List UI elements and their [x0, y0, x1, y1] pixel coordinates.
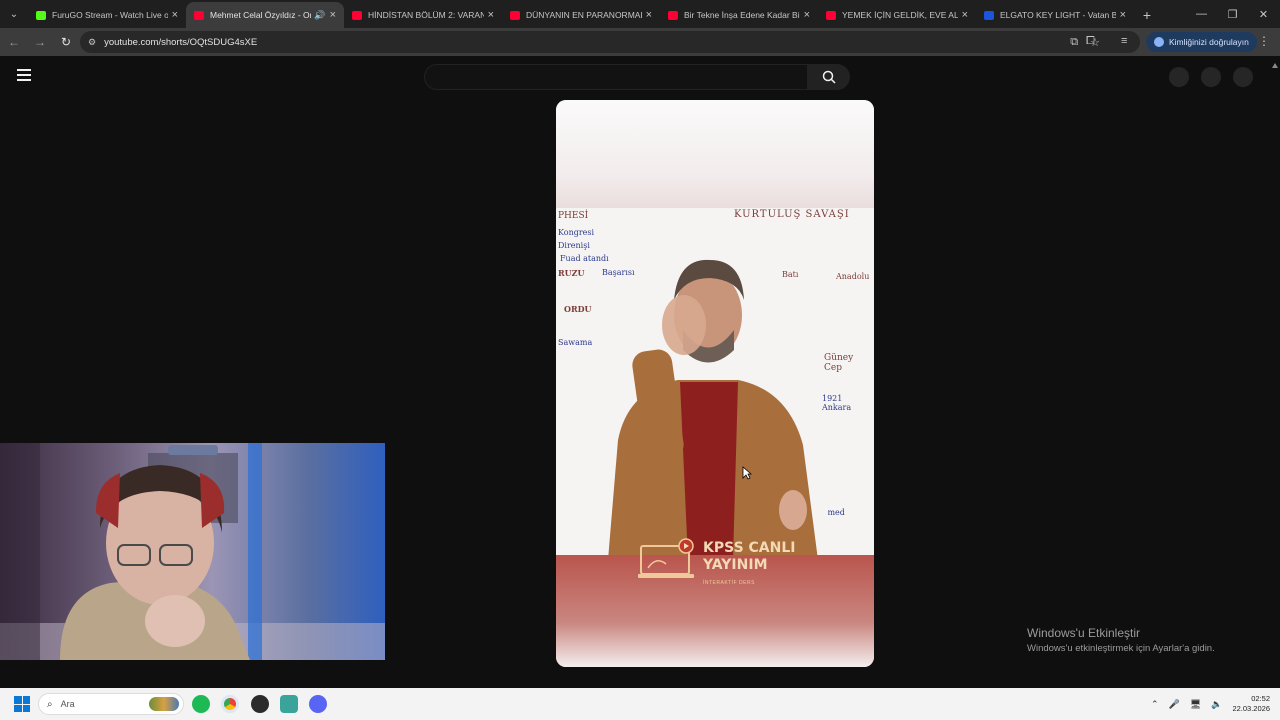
tab-title: Bir Tekne İnşa Edene Kadar Bir [684, 10, 800, 20]
reload-icon[interactable]: ↻ [54, 30, 78, 54]
tab-close-icon[interactable]: × [330, 9, 336, 21]
board-word: Kongresi [558, 228, 595, 237]
profile-button[interactable]: Kimliğinizi doğrulayın [1146, 32, 1257, 52]
tab-favicon-icon [668, 10, 678, 20]
tab-favicon-icon [984, 10, 994, 20]
taskbar-search-input[interactable]: ⌕ Ara [38, 693, 184, 715]
search-input[interactable] [424, 64, 808, 90]
back-icon[interactable]: ← [2, 30, 26, 54]
tab-favicon-icon [194, 10, 204, 20]
notifications-icon[interactable] [1201, 67, 1221, 87]
restore-icon[interactable]: ❐ [1217, 0, 1248, 28]
taskbar: ⌕ Ara ⌃ 🎤 🖥 🔈 02:52 22.03.2026 [0, 688, 1280, 720]
tab-3[interactable]: DÜNYANIN EN PARANORMAL × [502, 2, 660, 28]
install-app-icon[interactable]: ⧉ [1070, 36, 1078, 49]
tab-2[interactable]: HİNDİSTAN BÖLÜM 2: VARANA × [344, 2, 502, 28]
media-control-icon[interactable]: ≡ [1121, 35, 1127, 47]
watermark-subtitle: Windows'u etkinleştirmek için Ayarlar'a … [1027, 643, 1215, 654]
tab-0[interactable]: FuruGO Stream - Watch Live on × [28, 2, 186, 28]
chevron-up-icon[interactable]: ⌃ [1151, 699, 1159, 710]
tab-title: HİNDİSTAN BÖLÜM 2: VARANA [368, 10, 484, 20]
site-info-icon[interactable]: ⚙ [88, 37, 96, 48]
scrollbar-up-arrow[interactable] [1272, 60, 1278, 68]
browser-menu-icon[interactable]: ⋮ [1258, 34, 1270, 48]
search-button[interactable] [808, 64, 850, 90]
search-icon: ⌕ [47, 698, 53, 710]
presenter-figure [588, 259, 828, 560]
tab-close-icon[interactable]: × [962, 9, 968, 21]
chrome-icon[interactable] [221, 695, 239, 713]
tab-4[interactable]: Bir Tekne İnşa Edene Kadar Bir × [660, 2, 818, 28]
spotify-icon[interactable] [192, 695, 210, 713]
network-app-icon[interactable] [280, 695, 298, 713]
tab-title: YEMEK İÇİN GELDİK, EVE ALMA [842, 10, 958, 20]
tab-search-icon[interactable]: ⌄ [0, 0, 28, 28]
video-top-fade [556, 100, 874, 210]
new-tab-button[interactable]: + [1134, 2, 1160, 28]
network-icon[interactable]: 🖥 [1190, 699, 1201, 710]
avatar[interactable] [1233, 67, 1253, 87]
tab-title: Mehmet Celal Özyıldız - On [210, 10, 312, 20]
mouse-cursor-icon [742, 466, 752, 480]
clock[interactable]: 02:52 22.03.2026 [1232, 694, 1270, 714]
microphone-icon[interactable]: 🎤 [1169, 699, 1180, 710]
tab-title: FuruGO Stream - Watch Live on [52, 10, 168, 20]
guide-menu-icon[interactable] [17, 69, 31, 81]
tab-favicon-icon [352, 10, 362, 20]
shorts-video-player[interactable]: PHESİ KURTULUŞ SAVAŞI Kongresi Direnişi … [556, 100, 874, 667]
search-icon [822, 70, 836, 84]
app-icon[interactable] [251, 695, 269, 713]
video-logo-title: KPSS CANLI YAYINIM [703, 540, 795, 574]
live-broadcast-logo-icon [638, 538, 694, 578]
clock-time: 02:52 [1251, 694, 1270, 703]
board-word: RUZU [558, 268, 585, 278]
minimize-icon[interactable]: — [1186, 0, 1217, 28]
board-word: 1921 Ankara [822, 394, 852, 412]
webcam-overlay [0, 443, 385, 660]
tab-strip: ⌄ FuruGO Stream - Watch Live on × Mehmet … [0, 0, 1280, 28]
profile-avatar-icon [1154, 37, 1164, 47]
tab-favicon-icon [510, 10, 520, 20]
forward-icon[interactable]: → [28, 30, 52, 54]
streamer-webcam-image [0, 443, 385, 660]
logo-subtitle: İNTERAKTİF DERS [703, 580, 755, 586]
tab-title: DÜNYANIN EN PARANORMAL [526, 10, 642, 20]
tab-close-icon[interactable]: × [646, 9, 652, 21]
tab-favicon-icon [826, 10, 836, 20]
volume-icon[interactable]: 🔈 [1211, 699, 1222, 710]
tab-close-icon[interactable]: × [488, 9, 494, 21]
board-word: KURTULUŞ SAVAŞI [734, 209, 850, 220]
create-icon[interactable] [1169, 67, 1189, 87]
discord-icon[interactable] [309, 695, 327, 713]
board-word: Güney Cep [824, 353, 854, 373]
windows-activation-watermark: Windows'u Etkinleştir Windows'u etkinleş… [1027, 626, 1215, 654]
board-word: PHESİ [558, 211, 589, 221]
close-window-icon[interactable]: ✕ [1248, 0, 1279, 28]
url-text[interactable]: youtube.com/shorts/OQtSDUG4sXE [104, 37, 257, 48]
board-word: Anadolu [836, 272, 870, 281]
tab-close-icon[interactable]: × [172, 9, 178, 21]
board-word: Direnişi [558, 241, 590, 250]
tab-close-icon[interactable]: × [804, 9, 810, 21]
tab-title: ELGATO KEY LIGHT - Vatan Bilg [1000, 10, 1116, 20]
window-controls: — ❐ ✕ [1186, 0, 1279, 28]
address-bar[interactable]: ⚙ youtube.com/shorts/OQtSDUG4sXE ⧉ ☆ [80, 31, 1140, 53]
tab-6[interactable]: ELGATO KEY LIGHT - Vatan Bilg × [976, 2, 1134, 28]
tab-1[interactable]: Mehmet Celal Özyıldız - On 🔊 × [186, 2, 344, 28]
tab-5[interactable]: YEMEK İÇİN GELDİK, EVE ALMA × [818, 2, 976, 28]
logo-line-2: YAYINIM [703, 557, 768, 573]
taskbar-search-placeholder: Ara [60, 699, 75, 709]
start-button-icon[interactable] [14, 696, 30, 712]
watermark-title: Windows'u Etkinleştir [1027, 626, 1140, 640]
search-highlight-icon [149, 697, 179, 711]
speaker-icon[interactable]: 🔊 [314, 10, 325, 21]
profile-label: Kimliğinizi doğrulayın [1169, 37, 1249, 47]
tab-close-icon[interactable]: × [1120, 9, 1126, 21]
clock-date: 22.03.2026 [1232, 704, 1270, 713]
extensions-icon[interactable]: ⧠ [1086, 35, 1095, 48]
logo-line-1: KPSS CANLI [703, 540, 796, 556]
browser-toolbar: ← → ↻ ⚙ youtube.com/shorts/OQtSDUG4sXE ⧉… [0, 28, 1280, 56]
system-tray: ⌃ 🎤 🖥 🔈 02:52 22.03.2026 [1151, 688, 1280, 720]
tab-favicon-icon [36, 10, 46, 20]
